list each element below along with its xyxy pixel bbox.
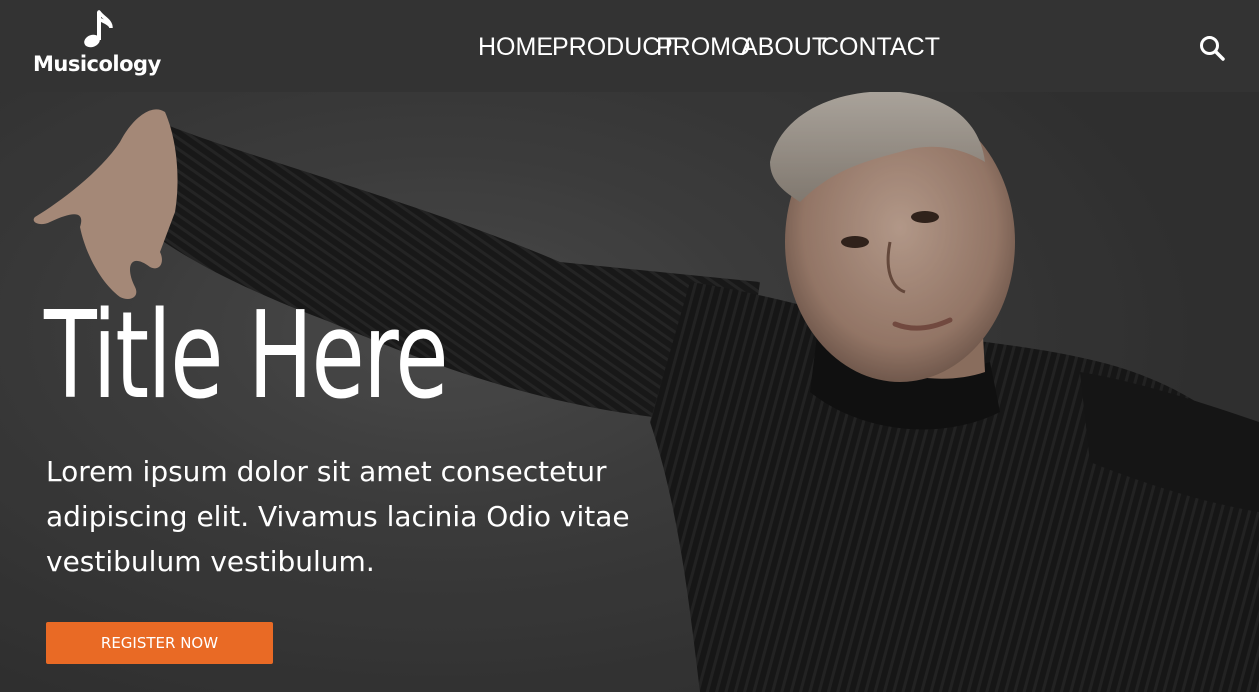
music-note-icon <box>84 10 113 48</box>
hero-title: Title Here <box>44 287 449 426</box>
search-icon[interactable] <box>1198 34 1226 62</box>
nav-item-contact[interactable]: CONTACT <box>813 28 940 66</box>
register-now-button[interactable]: REGISTER NOW <box>46 622 273 664</box>
hero-section: Title Here Lorem ipsum dolor sit amet co… <box>0 92 1259 692</box>
nav-item-product[interactable]: PRODUCT <box>544 28 676 66</box>
main-nav: HOME PRODUCT PROMO ABOUT CONTACT <box>470 28 940 66</box>
nav-label: CONTACT <box>821 33 940 61</box>
brand-logo[interactable]: Musicology <box>33 10 163 82</box>
nav-item-home[interactable]: HOME <box>470 28 553 66</box>
navbar: Musicology HOME PRODUCT PROMO ABOUT CONT… <box>0 0 1259 92</box>
nav-item-promo[interactable]: PROMO <box>648 28 750 66</box>
hero-description: Lorem ipsum dolor sit amet consectetur a… <box>46 455 630 578</box>
nav-item-about[interactable]: ABOUT <box>733 28 827 66</box>
brand-name: Musicology <box>33 52 161 76</box>
